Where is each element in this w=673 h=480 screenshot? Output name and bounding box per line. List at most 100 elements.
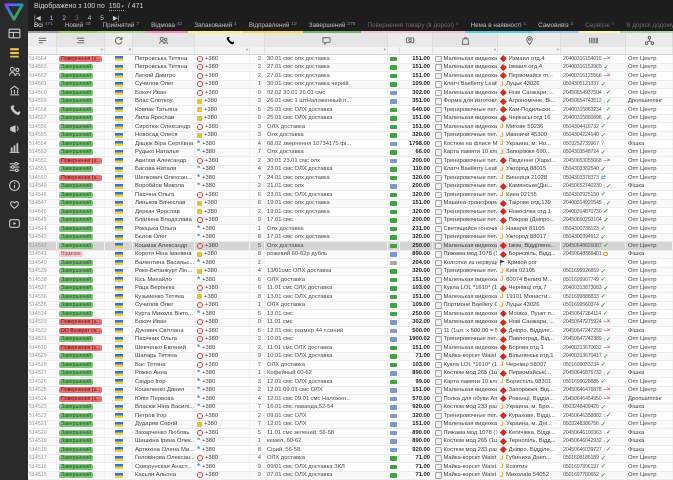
- column-filter-5[interactable]: [250, 47, 265, 55]
- order-number-icon[interactable]: [28, 33, 57, 47]
- column-filter-8[interactable]: [400, 47, 433, 55]
- phone-icon[interactable]: [195, 33, 265, 47]
- order-row[interactable]: 514517 Завершений Головінова Олексан... +38…: [28, 454, 673, 463]
- order-row[interactable]: 514536 Завершений Кузьменко Тетяна +380 8 13.…: [28, 293, 673, 302]
- tab-10[interactable]: Сервісні 0: [579, 21, 621, 33]
- order-row[interactable]: 514549 Завершений Воробйов Микола * +380 2 21.…: [28, 182, 673, 191]
- column-filter-10[interactable]: ▾: [498, 47, 561, 55]
- delivery-address: Украина, м. Но...: [506, 140, 551, 147]
- order-row[interactable]: 514542 Завершений Кошмак Александр +380 5 Олх…: [28, 242, 673, 251]
- tab-6[interactable]: Завершений 278: [302, 21, 362, 33]
- tab-8[interactable]: Нема в наявності 1: [464, 21, 533, 33]
- order-row[interactable]: 514530 Повернення (з... Шевченко Евгений * +…: [28, 344, 673, 353]
- tab-5[interactable]: Відправлений 12: [242, 21, 303, 33]
- column-filter-2[interactable]: ▾: [105, 47, 133, 55]
- column-filter-3[interactable]: [133, 47, 195, 55]
- tab-1[interactable]: Новий 48: [58, 21, 97, 33]
- info-icon[interactable]: [8, 179, 21, 192]
- payment-icon[interactable]: [388, 33, 433, 47]
- tab-4[interactable]: Запакований 1: [188, 21, 243, 33]
- order-row[interactable]: 514515 Завершений Касьян Альона +380 9 07.01 …: [28, 471, 673, 480]
- order-row[interactable]: 514561 Завершений Сучилов Олег +380 1 30.01 с…: [28, 80, 673, 89]
- per-page-select[interactable]: 150▾: [108, 3, 124, 11]
- order-row[interactable]: 514555 Завершений Новосад Олеся +380 3 Олх до…: [28, 131, 673, 140]
- order-row[interactable]: 514558 Завершений Ковпак Татьяна +380 5 25.01…: [28, 106, 673, 115]
- status-list-icon[interactable]: [57, 33, 105, 47]
- order-row[interactable]: 514526 Завершений Свідро Ігор * +380 3 12.01 с…: [28, 378, 673, 387]
- order-row[interactable]: 514535 Завершений Сучилов Олег +380 1 ОЛХ дос…: [28, 301, 673, 310]
- order-row[interactable]: 514557 Завершений Лила Ярослав +380 0 25.01 с…: [28, 114, 673, 123]
- order-row[interactable]: 514522 Завершений Петров Ігор +380 2 09.01 см…: [28, 412, 673, 421]
- order-row[interactable]: 514523 Завершений Власюк Ніна Василі... * +3…: [28, 403, 673, 412]
- ttn-icon[interactable]: [561, 33, 626, 47]
- tab-0[interactable]: Всі 471: [28, 21, 59, 33]
- order-row[interactable]: 514527 Завершений Рожко Анна * +380 1 Кофейный…: [28, 369, 673, 378]
- column-filter-1[interactable]: ▾: [57, 47, 105, 55]
- column-filter-7[interactable]: [388, 47, 400, 55]
- order-row[interactable]: 514563 Завершений Петровська Тетяна +380 2 27…: [28, 63, 673, 72]
- order-row[interactable]: 514524 Повернення (з... Юлія Первова * +380 4…: [28, 395, 673, 404]
- order-row[interactable]: 514556 Завершений Сиротюк Олександр +380 3 ОЛ…: [28, 123, 673, 132]
- order-row[interactable]: 514539 Завершений Роке-Бетанкурт Лін... +38…: [28, 267, 673, 276]
- app-logo-icon[interactable]: [3, 2, 25, 21]
- order-row[interactable]: 514548 Завершений Пасічна Ольга +380 6 23.01 …: [28, 191, 673, 200]
- order-row[interactable]: 514516 Завершений Скворунская Анаст... * +38…: [28, 463, 673, 472]
- order-row[interactable]: 514520 Завершений Захарченко Любовь +380 5 11…: [28, 429, 673, 438]
- order-row[interactable]: 514546 Завершений Деркач Ярослав +380 2 19.01…: [28, 208, 673, 217]
- order-row[interactable]: 514540 Завершений Валентина Васильє... * +38…: [28, 259, 673, 268]
- order-row[interactable]: 514559 Завершений Влас Слоткоу +380 3 26.01 с…: [28, 97, 673, 106]
- order-row[interactable]: 514518 Завершений Артюхіна Олена Ми... * +38…: [28, 446, 673, 455]
- tab-3[interactable]: Відмова 42: [145, 21, 189, 33]
- column-filter-4[interactable]: ▾: [195, 47, 250, 55]
- tab-7[interactable]: Повернення товару (в дорозі) 0: [361, 21, 465, 33]
- order-row[interactable]: 514541 Відмова Коротя Ніна Іванівна +380 8 ро…: [28, 250, 673, 259]
- order-row[interactable]: 514525 Повернення (з... Кошеленко Данил * +3…: [28, 386, 673, 395]
- order-row[interactable]: 514533 Повернення (з... Бокоч Иван +380 0 11.…: [28, 318, 673, 327]
- order-row[interactable]: 514560 Завершений Бокоч Иван +380 0 02.02 30.…: [28, 89, 673, 98]
- video-icon[interactable]: [8, 217, 21, 230]
- source-refresh-icon[interactable]: [105, 33, 133, 47]
- comment-icon[interactable]: [265, 33, 388, 47]
- order-row[interactable]: 514538 Завершений Кісь Михайло * +380 6 ОЛХ до…: [28, 276, 673, 285]
- support-icon[interactable]: [8, 198, 21, 211]
- order-row[interactable]: 514551 Завершений Басова Наталя * +380 4 23.01…: [28, 165, 673, 174]
- order-row[interactable]: 514537 Завершений Раца Вероніка +380 6 11.01 …: [28, 284, 673, 293]
- stats-icon[interactable]: [8, 141, 21, 154]
- contacts-icon[interactable]: [8, 65, 21, 78]
- order-row[interactable]: 514532 DO Возврат ск... Дукович Світлана +3…: [28, 327, 673, 336]
- order-row[interactable]: 514521 Завершений Дударев Сергій +380 7 12.01…: [28, 420, 673, 429]
- column-filter-6[interactable]: ▾: [265, 47, 388, 55]
- column-filter-0[interactable]: [28, 47, 57, 55]
- order-row[interactable]: 514528 Завершений Бас Тетяна +380 7 ОЛХ доста…: [28, 361, 673, 370]
- announcements-icon[interactable]: [8, 122, 21, 135]
- tab-9[interactable]: Самовивіз 2: [532, 21, 580, 33]
- products-icon[interactable]: [433, 33, 498, 47]
- order-row[interactable]: 514552 Повернення (з... Авилов Александр +3…: [28, 157, 673, 166]
- order-row[interactable]: 514562 Завершений Легкий Дмитро +380 2 27.01 …: [28, 72, 673, 81]
- dashboard-icon[interactable]: [8, 27, 21, 40]
- tab-11[interactable]: В дорозі додому0: [620, 21, 673, 33]
- order-row[interactable]: 514545 Завершений Благінна Владіслава +380 0…: [28, 216, 673, 225]
- order-row[interactable]: 514543 Завершений Бєлов Олег * +380 8 17.01 см…: [28, 233, 673, 242]
- address-icon[interactable]: [498, 33, 561, 47]
- order-row[interactable]: 514553 Завершений Рудько Наталья * +380 7 Олх …: [28, 148, 673, 157]
- tab-2[interactable]: Прийнятий 7: [96, 21, 146, 33]
- order-row[interactable]: 514547 Завершений Линьков Вячеслав +380 8 19.…: [28, 199, 673, 208]
- channel-icon[interactable]: [626, 33, 673, 47]
- orders-icon[interactable]: [8, 46, 21, 59]
- column-filter-11[interactable]: [561, 47, 626, 55]
- order-row[interactable]: 514544 Завершений Рокіцька Ольга * +380 1 Олх …: [28, 225, 673, 234]
- order-row[interactable]: 514534 Завершений Курта Микола Вікто... * +3…: [28, 310, 673, 319]
- calls-icon[interactable]: [8, 103, 21, 116]
- order-row[interactable]: 514529 Завершений Шапарь Тетяна +380 9 10.01 …: [28, 352, 673, 361]
- order-row[interactable]: 514519 Завершений Шишкіна Ірина Олек... * +3…: [28, 437, 673, 446]
- settings-icon[interactable]: [8, 160, 21, 173]
- order-row[interactable]: 514564 Повернення (з... Петровська Тетяна +…: [28, 55, 673, 64]
- order-row[interactable]: 514550 Повернення (з... Шелкович Олексан..…: [28, 174, 673, 183]
- order-row[interactable]: 514531 Завершений Пасічник Ольга +380 2 10.01…: [28, 335, 673, 344]
- companies-icon[interactable]: [8, 84, 21, 97]
- client-icon[interactable]: [133, 33, 195, 47]
- order-row[interactable]: 514554 Завершений Дацюк Віра Сергіївна * +38…: [28, 140, 673, 149]
- column-filter-9[interactable]: ▾: [433, 47, 498, 55]
- column-filter-12[interactable]: [626, 47, 673, 55]
